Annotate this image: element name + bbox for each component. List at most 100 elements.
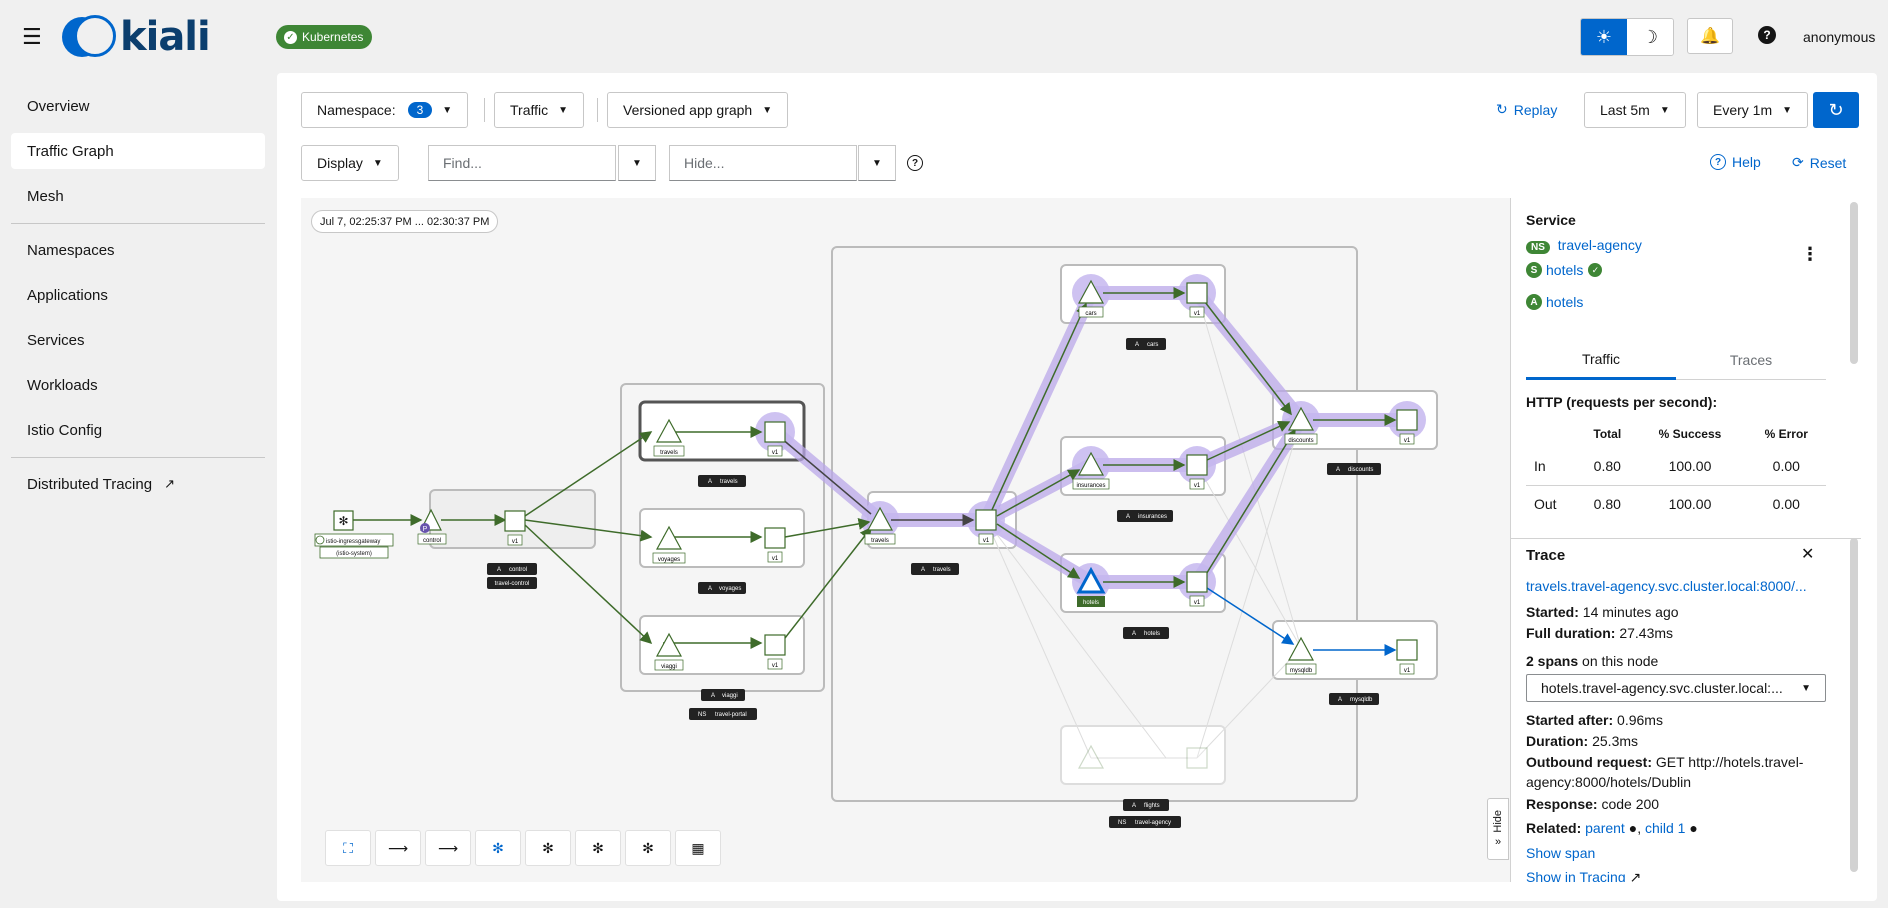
tab-traffic[interactable]: Traffic (1526, 340, 1676, 380)
user-menu[interactable]: anonymous (1803, 29, 1875, 45)
kv-label: Related: (1526, 820, 1582, 836)
help-button[interactable]: ? Help (1710, 154, 1761, 170)
reset-label: Reset (1809, 154, 1847, 171)
table-header: % Error (1764, 427, 1808, 441)
find-input[interactable]: Find... (428, 145, 616, 181)
svg-text:A: A (497, 567, 501, 573)
node-mysqldb-v1[interactable]: v1 (1396, 639, 1418, 675)
node-label: control (423, 538, 441, 544)
traffic-graph-canvas[interactable]: ✻ istio-ingressgateway (istio-system) P … (301, 198, 1510, 882)
node-voyages-v1[interactable]: v1 (764, 527, 786, 563)
node-control-v1[interactable]: v1 (504, 510, 526, 546)
svg-text:A: A (921, 567, 925, 573)
duration-dropdown[interactable]: Last 5m ▼ (1584, 92, 1686, 128)
node-portal-travels-v1[interactable]: v1 (764, 421, 786, 457)
hamburger-menu-icon[interactable]: ☰ (22, 26, 42, 48)
show-span-link[interactable]: Show span (1526, 843, 1826, 863)
layout-default-icon[interactable]: ✻ (475, 830, 521, 866)
node-label: discounts (1288, 438, 1313, 444)
find-placeholder: Find... (443, 155, 482, 171)
span-select-dropdown[interactable]: hotels.travel-agency.svc.cluster.local:.… (1526, 674, 1826, 702)
find-help-icon[interactable]: ? (907, 155, 923, 171)
service-link[interactable]: hotels (1546, 262, 1583, 278)
node-istio-ingressgateway[interactable]: ✻ (333, 510, 354, 531)
sidebar-item-distributed-tracing[interactable]: Distributed Tracing ↗ (11, 466, 265, 502)
node-label: v1 (772, 450, 779, 456)
show-in-tracing-link[interactable]: Show in Tracing ↗ (1526, 867, 1826, 882)
duration-label: Last 5m (1600, 102, 1650, 118)
sidebar-item-istio-config[interactable]: Istio Config (11, 412, 265, 448)
replay-button[interactable]: ↻ Replay (1496, 101, 1557, 118)
tab-traces[interactable]: Traces (1676, 340, 1826, 380)
layout-dagre-icon[interactable]: ✻ (625, 830, 671, 866)
node-insurances-v1[interactable]: v1 (1186, 454, 1208, 490)
sidebar-item-overview[interactable]: Overview (11, 88, 265, 124)
svg-text:A: A (711, 693, 715, 699)
traffic-dropdown[interactable]: Traffic ▼ (494, 92, 585, 128)
display-dropdown[interactable]: Display ▼ (301, 145, 399, 181)
layout-cola-icon[interactable]: ✻ (575, 830, 621, 866)
trace-link-label: travels.travel-agency.svc.cluster.local:… (1526, 578, 1807, 594)
sidebar-item-workloads[interactable]: Workloads (11, 367, 265, 403)
reset-icon: ⟳ (1792, 154, 1804, 170)
table-header-row: Total % Success % Error (1526, 421, 1826, 447)
svg-text:travels: travels (720, 479, 738, 485)
refresh-button[interactable]: ↻ (1813, 92, 1859, 128)
group-label-flights: A flights (1123, 799, 1169, 811)
dark-theme-icon[interactable]: ☽ (1627, 19, 1673, 55)
kv-value: 25.3ms (1592, 733, 1639, 749)
namespace-dropdown[interactable]: Namespace: 3 ▼ (301, 92, 469, 128)
caret-down-icon: ▼ (442, 104, 453, 116)
layout-cose-icon[interactable]: ✻ (525, 830, 571, 866)
sidebar-item-applications[interactable]: Applications (11, 277, 265, 313)
node-discounts-v1[interactable]: v1 (1396, 409, 1418, 445)
sidebar-item-services[interactable]: Services (11, 322, 265, 358)
related-child-link[interactable]: child 1 (1645, 820, 1685, 836)
kiali-logo[interactable]: kiali (62, 14, 211, 60)
panel-scrollbar-bottom[interactable] (1850, 538, 1858, 872)
hide-input[interactable]: Hide... (669, 145, 857, 181)
kebab-menu-icon[interactable]: ⋮ (1801, 244, 1819, 265)
notifications-bell-icon[interactable]: 🔔 (1687, 18, 1733, 54)
node-viaggi-v1[interactable]: v1 (764, 634, 786, 670)
legend-map-icon[interactable]: ▦ (675, 830, 721, 866)
kv-label: Started after: (1526, 712, 1614, 728)
group-label-voyages: A voyages (698, 582, 746, 594)
node-cars-v1[interactable]: v1 (1186, 282, 1208, 318)
hide-panel-toggle[interactable]: Hide » (1487, 798, 1509, 860)
table-cell: 0.00 (1772, 496, 1800, 513)
svg-text:P: P (423, 526, 428, 533)
reset-button[interactable]: ⟳ Reset (1792, 154, 1846, 171)
sidebar-item-mesh[interactable]: Mesh (11, 178, 265, 214)
span-started-after: Started after: 0.96ms (1526, 710, 1826, 730)
caret-down-icon: ▼ (762, 104, 773, 116)
layout-arrow-alt-icon[interactable]: ⟶ (425, 830, 471, 866)
svg-text:hotels: hotels (1144, 631, 1160, 637)
layout-arrow-icon[interactable]: ⟶ (375, 830, 421, 866)
trace-link[interactable]: travels.travel-agency.svc.cluster.local:… (1526, 576, 1826, 596)
group-label-travel-control: travel-control (487, 577, 537, 589)
graph-type-dropdown[interactable]: Versioned app graph ▼ (607, 92, 789, 128)
namespace-link[interactable]: travel-agency (1558, 237, 1642, 253)
app-link[interactable]: hotels (1546, 294, 1583, 310)
sidebar-item-namespaces[interactable]: Namespaces (11, 232, 265, 268)
node-agency-travels-v1[interactable]: v1 (975, 509, 997, 545)
find-options-toggle[interactable]: ▼ (618, 145, 656, 181)
kv-value: 14 minutes ago (1582, 604, 1679, 620)
group-label-agency-travels: A travels (911, 563, 959, 575)
sidebar-item-traffic-graph[interactable]: Traffic Graph (11, 133, 265, 169)
node-hotels-v1[interactable]: v1 (1186, 571, 1208, 607)
svg-text:travel-control: travel-control (495, 581, 530, 587)
close-trace-icon[interactable]: ✕ (1801, 544, 1814, 564)
hide-options-toggle[interactable]: ▼ (858, 145, 896, 181)
refresh-interval-dropdown[interactable]: Every 1m ▼ (1697, 92, 1809, 128)
help-question-icon[interactable]: ? (1758, 26, 1776, 44)
related-parent-link[interactable]: parent (1585, 820, 1625, 836)
panel-scrollbar-top[interactable] (1850, 202, 1858, 364)
zoom-to-fit-icon[interactable]: ⛶ (325, 830, 371, 866)
http-rps-title: HTTP (requests per second): (1526, 394, 1718, 410)
light-theme-icon[interactable]: ☀ (1581, 19, 1627, 55)
table-cell: 0.80 (1581, 447, 1634, 486)
masthead: ☰ kiali ✓ Kubernetes ☀ ☽ 🔔 ? anonymous (0, 0, 1888, 74)
node-label: v1 (772, 663, 779, 669)
